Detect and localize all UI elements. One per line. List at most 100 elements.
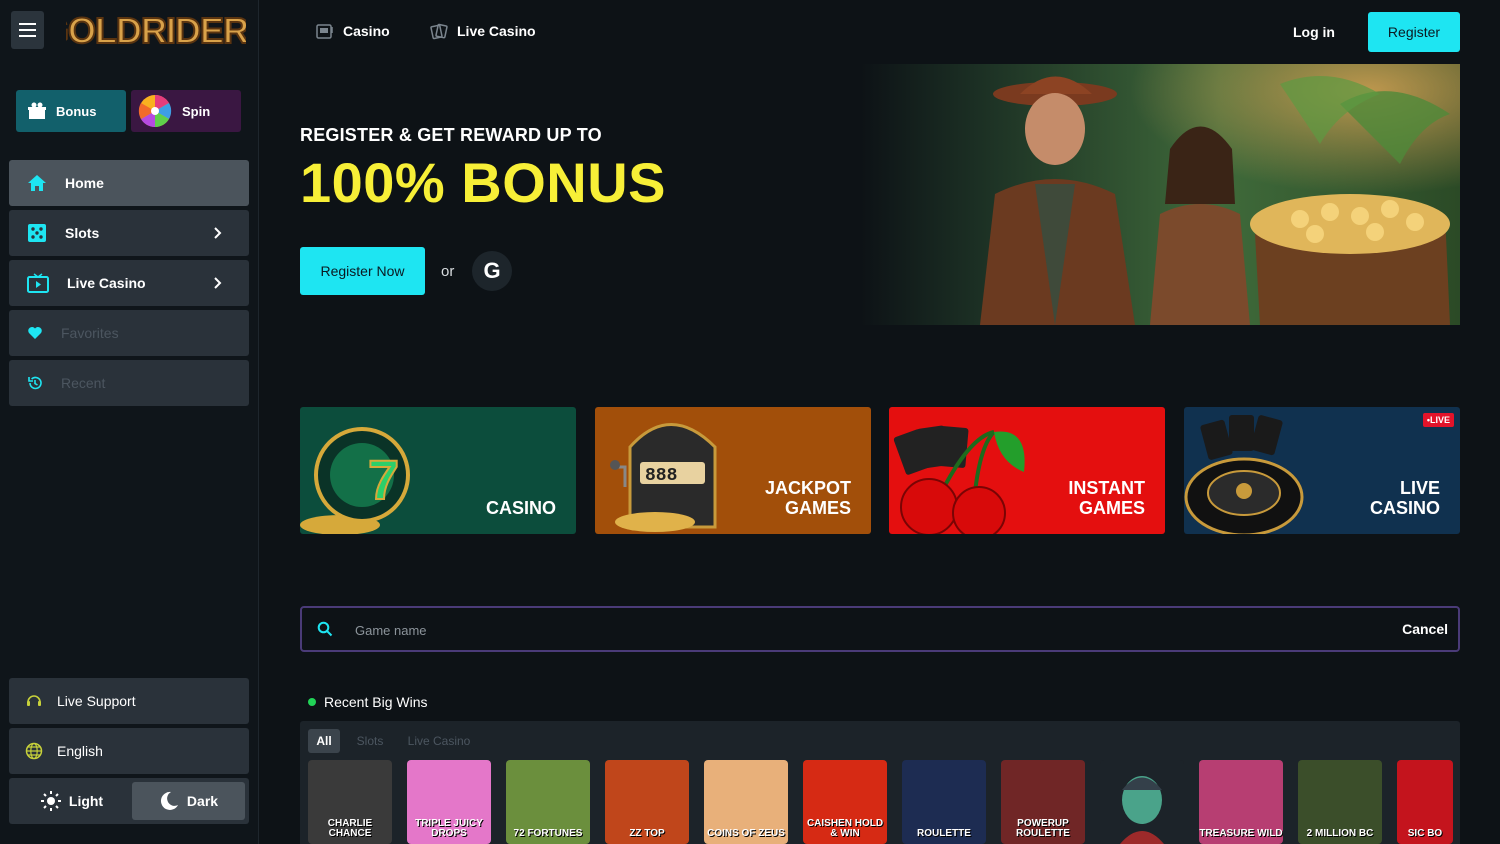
game-thumb[interactable]: ROULETTE <box>902 760 986 844</box>
live-dot-icon <box>308 698 316 706</box>
category-label: INSTANT GAMES <box>1068 478 1145 518</box>
language-label: English <box>57 743 103 759</box>
game-thumb[interactable]: CAISHEN HOLD & WIN <box>803 760 887 844</box>
sidebar-item-home[interactable]: Home <box>9 160 249 206</box>
game-label: TREASURE WILD <box>1199 828 1283 839</box>
category-line2: CASINO <box>1369 498 1440 518</box>
svg-text:888: 888 <box>645 466 677 486</box>
sidebar-item-recent[interactable]: Recent <box>9 360 249 406</box>
sidebar-item-live-casino[interactable]: Live Casino <box>9 260 249 306</box>
category-label: JACKPOT GAMES <box>765 478 851 518</box>
hero-title: 100% BONUS <box>300 151 667 214</box>
sidebar-item-label: Recent <box>61 375 106 391</box>
theme-light-label: Light <box>68 793 104 809</box>
live-support-button[interactable]: Live Support <box>9 678 249 724</box>
live-support-label: Live Support <box>57 693 136 709</box>
globe-icon <box>25 742 43 760</box>
game-thumb-avatar[interactable] <box>1100 760 1184 844</box>
sidebar-item-favorites[interactable]: Favorites <box>9 310 249 356</box>
jackpot-machine-icon: 888 <box>610 423 717 532</box>
home-icon <box>28 175 46 191</box>
cancel-button[interactable]: Cancel <box>1402 621 1448 637</box>
game-label: TRIPLE JUICY DROPS <box>415 818 483 839</box>
register-button[interactable]: Register <box>1368 12 1460 52</box>
game-label: CHARLIE CHANCE <box>327 818 373 839</box>
login-button[interactable]: Log in <box>1293 24 1335 40</box>
hero-banner-image <box>860 64 1460 325</box>
chevron-right-icon <box>214 277 222 289</box>
theme-light-option[interactable]: Light <box>13 782 131 820</box>
game-label: ROULETTE <box>917 828 971 839</box>
game-thumb[interactable]: TRIPLE JUICY DROPS <box>407 760 491 844</box>
tab-all[interactable]: All <box>308 729 340 753</box>
category-line2: CASINO <box>485 498 556 518</box>
chevron-right-icon <box>214 227 222 239</box>
game-thumb[interactable]: 72 FORTUNES <box>506 760 590 844</box>
category-label: LIVE CASINO <box>1370 478 1440 518</box>
brand-logo-text: GOLDRIDERS <box>66 10 246 51</box>
category-instant-card[interactable]: INSTANT GAMES <box>889 407 1165 534</box>
category-line2: GAMES <box>1078 498 1145 518</box>
category-line1: INSTANT <box>1068 478 1145 498</box>
theme-dark-label: Dark <box>186 793 219 809</box>
dice-icon <box>28 224 46 242</box>
game-label: CAISHEN HOLD & WIN <box>806 818 884 839</box>
sidebar-item-label: Live Casino <box>67 275 146 291</box>
google-icon: G <box>483 258 501 283</box>
headset-icon <box>27 695 41 706</box>
category-casino-card[interactable]: 7 CASINO <box>300 407 576 534</box>
hamburger-menu-icon[interactable] <box>11 11 44 49</box>
topnav-live-casino[interactable]: Live Casino <box>430 22 536 40</box>
game-search-bar: Cancel <box>300 606 1460 652</box>
sidebar-item-slots[interactable]: Slots <box>9 210 249 256</box>
search-icon <box>317 621 333 637</box>
or-separator: or <box>441 263 455 280</box>
sun-icon <box>40 791 61 811</box>
live-badge: •LIVE <box>1422 413 1454 427</box>
hero-subtitle: REGISTER & GET REWARD UP TO <box>300 125 602 145</box>
game-label: ZZ TOP <box>629 828 665 839</box>
game-thumb[interactable]: ZZ TOP <box>605 760 689 844</box>
category-line2: GAMES <box>784 498 851 518</box>
brand-logo[interactable]: GOLDRIDERS <box>66 4 246 56</box>
game-label: 72 FORTUNES <box>513 828 583 839</box>
history-icon <box>28 376 42 390</box>
search-input[interactable] <box>355 618 1255 642</box>
game-thumb[interactable]: CHARLIE CHANCE <box>308 760 392 844</box>
gift-icon <box>28 102 46 119</box>
game-thumb[interactable]: POWERUP ROULETTE <box>1001 760 1085 844</box>
recent-wins-heading: Recent Big Wins <box>308 694 427 710</box>
svg-text:7: 7 <box>368 448 399 511</box>
bonus-button[interactable]: Bonus <box>16 90 126 132</box>
topnav-live-casino-label: Live Casino <box>457 23 536 39</box>
game-thumb[interactable]: TREASURE WILD <box>1199 760 1283 844</box>
register-now-button[interactable]: Register Now <box>300 247 425 295</box>
category-live-casino-card[interactable]: •LIVE LIVE CASINO <box>1184 407 1460 534</box>
category-jackpot-card[interactable]: 888 JACKPOT GAMES <box>595 407 871 534</box>
tab-live-casino[interactable]: Live Casino <box>406 729 472 753</box>
game-thumb[interactable]: COINS OF ZEUS <box>704 760 788 844</box>
category-label: CASINO <box>486 498 556 518</box>
sidebar-item-label: Slots <box>65 225 100 241</box>
sidebar-item-label: Home <box>65 175 104 191</box>
player-avatar-icon <box>1120 776 1164 844</box>
language-selector[interactable]: English <box>9 728 249 774</box>
moon-icon <box>160 791 178 810</box>
sidebar: GOLDRIDERS Bonus Spin Home Slots Live Ca… <box>0 0 259 844</box>
tab-slots[interactable]: Slots <box>353 729 387 753</box>
category-line1: JACKPOT <box>764 478 851 498</box>
roulette-icon <box>1184 415 1304 534</box>
topnav-casino-label: Casino <box>343 23 390 39</box>
game-label: COINS OF ZEUS <box>707 828 785 839</box>
game-label: POWERUP ROULETTE <box>1016 818 1070 839</box>
topnav-casino[interactable]: Casino <box>316 22 390 40</box>
tv-icon <box>27 273 49 293</box>
google-signin-button[interactable]: G <box>472 251 512 291</box>
game-thumb[interactable]: 2 MILLION BC <box>1298 760 1382 844</box>
spin-button[interactable]: Spin <box>131 90 241 132</box>
slot-reel-icon: 7 <box>300 427 410 534</box>
theme-dark-option[interactable]: Dark <box>132 782 245 820</box>
game-thumb[interactable]: SIC BO <box>1397 760 1453 844</box>
game-label: 2 MILLION BC <box>1306 828 1374 839</box>
spin-label: Spin <box>182 103 211 119</box>
